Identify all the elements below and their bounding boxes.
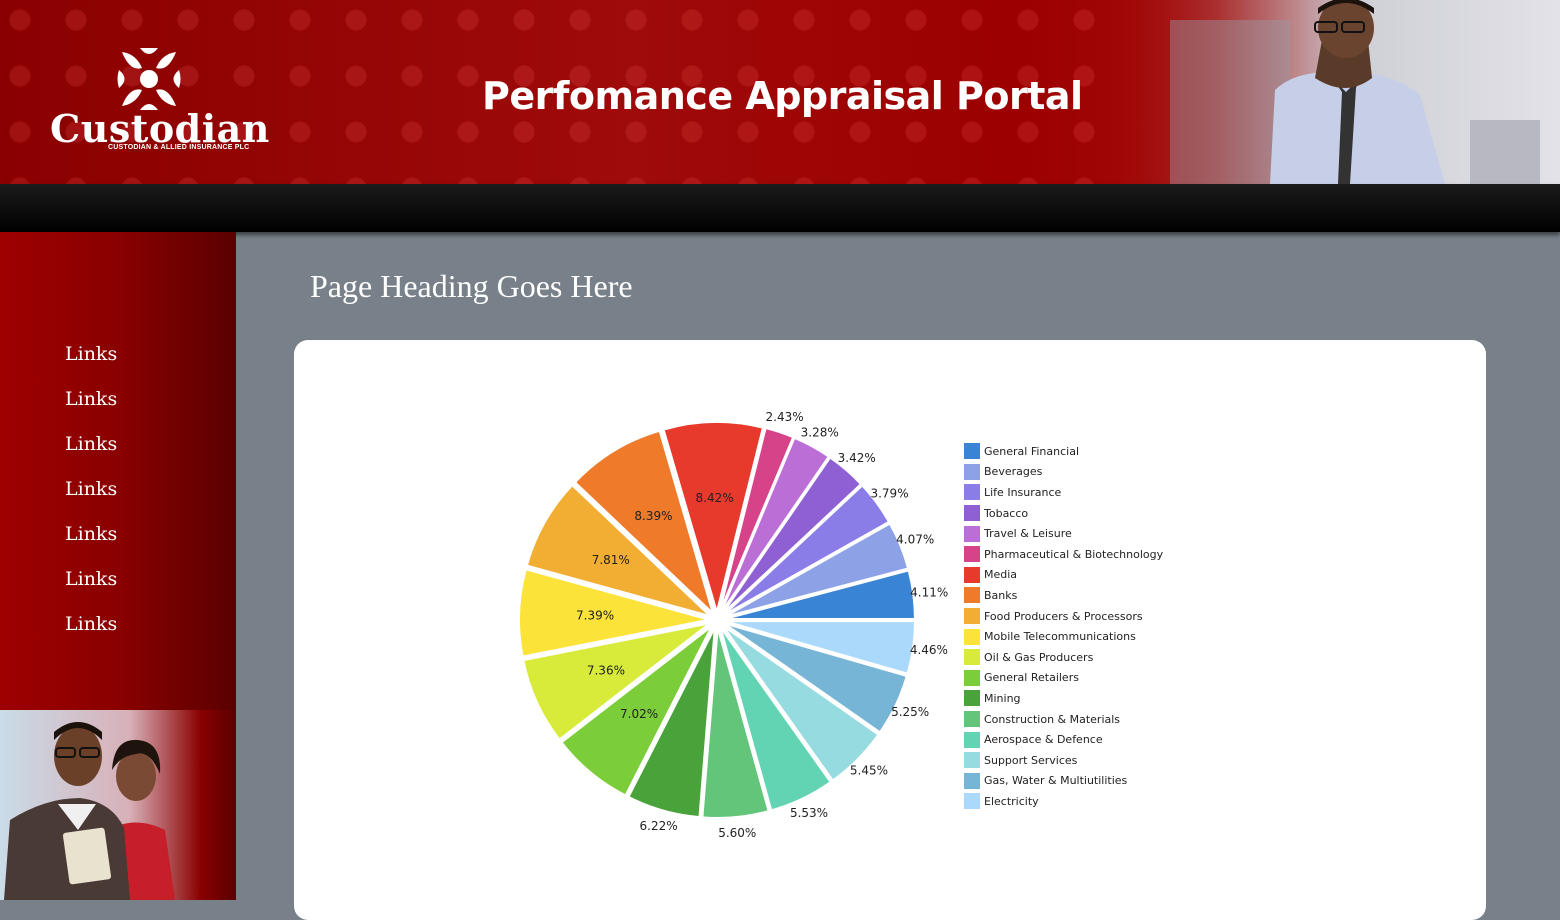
page-heading: Page Heading Goes Here	[310, 268, 633, 304]
pie-slice-label-14: 5.60%	[718, 826, 756, 840]
sidebar-link-2[interactable]: Links	[65, 385, 117, 430]
sidebar-link-7[interactable]: Links	[65, 610, 117, 655]
chart-legend: General Financial Beverages Life Insurance…	[964, 441, 1163, 812]
header-man-photo	[1110, 0, 1560, 184]
pie-slice-label-13: 6.22%	[640, 819, 678, 833]
sidebar-link-5[interactable]: Links	[65, 520, 117, 565]
legend-item-8[interactable]: Banks	[964, 585, 1163, 606]
sidebar-link-3[interactable]: Links	[65, 430, 117, 475]
pie-slice-label-6: 2.43%	[766, 410, 804, 424]
portal-title: Perfomance Appraisal Portal	[482, 74, 1083, 118]
legend-swatch	[964, 793, 980, 810]
legend-swatch	[964, 669, 980, 686]
pie-slice-label-16: 5.45%	[850, 764, 888, 778]
legend-swatch	[964, 463, 980, 480]
pie-slice-label-10: 7.39%	[576, 609, 614, 623]
legend-swatch	[964, 711, 980, 728]
pie-slice-label-12: 7.02%	[620, 707, 658, 721]
legend-label: Beverages	[984, 465, 1043, 479]
pie-slice-label-9: 7.81%	[592, 553, 630, 567]
pie-slice-label-5: 3.28%	[801, 425, 839, 439]
sidebar-links: Links Links Links Links Links Links Link…	[65, 340, 117, 655]
legend-item-14[interactable]: Construction & Materials	[964, 709, 1163, 730]
legend-item-3[interactable]: Life Insurance	[964, 482, 1163, 503]
legend-item-16[interactable]: Support Services	[964, 750, 1163, 771]
pie-slice-label-4: 3.42%	[838, 451, 876, 465]
legend-item-4[interactable]: Tobacco	[964, 503, 1163, 524]
legend-label: Life Insurance	[984, 485, 1062, 499]
legend-swatch	[964, 649, 980, 666]
legend-label: Mobile Telecommunications	[984, 630, 1136, 644]
pie-slice-label-15: 5.53%	[790, 806, 828, 820]
logo-subtext: CUSTODIAN & ALLIED INSURANCE PLC	[108, 144, 250, 151]
pie-slice-label-8: 8.39%	[634, 509, 672, 523]
legend-label: Food Producers & Processors	[984, 609, 1143, 623]
pie-slice-label-2: 4.07%	[896, 532, 934, 546]
legend-label: General Retailers	[984, 671, 1079, 685]
legend-swatch	[964, 505, 980, 522]
pie-slice-label-17: 5.25%	[891, 705, 929, 719]
legend-item-12[interactable]: General Retailers	[964, 668, 1163, 689]
legend-item-13[interactable]: Mining	[964, 688, 1163, 709]
legend-label: Tobacco	[984, 506, 1029, 520]
legend-item-6[interactable]: Pharmaceutical & Biotechnology	[964, 544, 1163, 565]
pie-slice-label-1: 4.11%	[910, 585, 948, 599]
legend-swatch	[964, 587, 980, 604]
custodian-logo[interactable]: Custodian CUSTODIAN & ALLIED INSURANCE P…	[50, 48, 269, 158]
legend-item-5[interactable]: Travel & Leisure	[964, 523, 1163, 544]
legend-item-9[interactable]: Food Producers & Processors	[964, 606, 1163, 627]
legend-label: Support Services	[984, 753, 1078, 767]
legend-label: Aerospace & Defence	[984, 733, 1103, 747]
legend-swatch	[964, 484, 980, 501]
legend-label: Mining	[984, 691, 1021, 705]
legend-item-1[interactable]: General Financial	[964, 441, 1163, 462]
legend-swatch	[964, 690, 980, 707]
header-banner: Custodian CUSTODIAN & ALLIED INSURANCE P…	[0, 0, 1560, 184]
legend-item-18[interactable]: Electricity	[964, 791, 1163, 812]
legend-label: General Financial	[984, 444, 1080, 458]
pie-slice-label-11: 7.36%	[587, 663, 625, 677]
sidebar-link-4[interactable]: Links	[65, 475, 117, 520]
top-navbar	[0, 184, 1560, 232]
sidebar-link-6[interactable]: Links	[65, 565, 117, 610]
legend-item-2[interactable]: Beverages	[964, 462, 1163, 483]
legend-swatch	[964, 608, 980, 625]
sidebar-link-1[interactable]: Links	[65, 340, 117, 385]
legend-label: Media	[984, 568, 1018, 582]
legend-swatch	[964, 752, 980, 769]
sidebar: Links Links Links Links Links Links Link…	[0, 232, 236, 900]
legend-swatch	[964, 731, 980, 748]
pie-slice-label-7: 8.42%	[696, 491, 734, 505]
legend-swatch	[964, 628, 980, 645]
pie-slice-label-3: 3.79%	[870, 486, 908, 500]
legend-item-7[interactable]: Media	[964, 565, 1163, 586]
legend-label: Construction & Materials	[984, 712, 1121, 726]
legend-swatch	[964, 566, 980, 583]
legend-swatch	[964, 443, 980, 460]
legend-item-17[interactable]: Gas, Water & Multiutilities	[964, 771, 1163, 792]
legend-item-11[interactable]: Oil & Gas Producers	[964, 647, 1163, 668]
legend-label: Travel & Leisure	[984, 527, 1072, 541]
legend-label: Electricity	[984, 794, 1039, 808]
legend-swatch	[964, 772, 980, 789]
content-card: 4.11% 4.07% 3.79% 3.42% 3.28% 2.43% 8.42% 8.39%…	[294, 340, 1486, 920]
legend-label: Oil & Gas Producers	[984, 650, 1094, 664]
pie-chart: 4.11% 4.07% 3.79% 3.42% 3.28%2.43% 8.42% 8.39%…	[518, 410, 948, 840]
legend-swatch	[964, 525, 980, 542]
legend-label: Pharmaceutical & Biotechnology	[984, 547, 1164, 561]
sidebar-people-photo	[0, 710, 236, 900]
pie-center	[705, 608, 729, 632]
legend-label: Banks	[984, 588, 1018, 602]
legend-label: Gas, Water & Multiutilities	[984, 774, 1128, 788]
pie-slice-label-18: 4.46%	[910, 643, 948, 657]
logo-mark-icon	[117, 48, 181, 110]
legend-item-10[interactable]: Mobile Telecommunications	[964, 626, 1163, 647]
legend-item-15[interactable]: Aerospace & Defence	[964, 729, 1163, 750]
legend-swatch	[964, 546, 980, 563]
